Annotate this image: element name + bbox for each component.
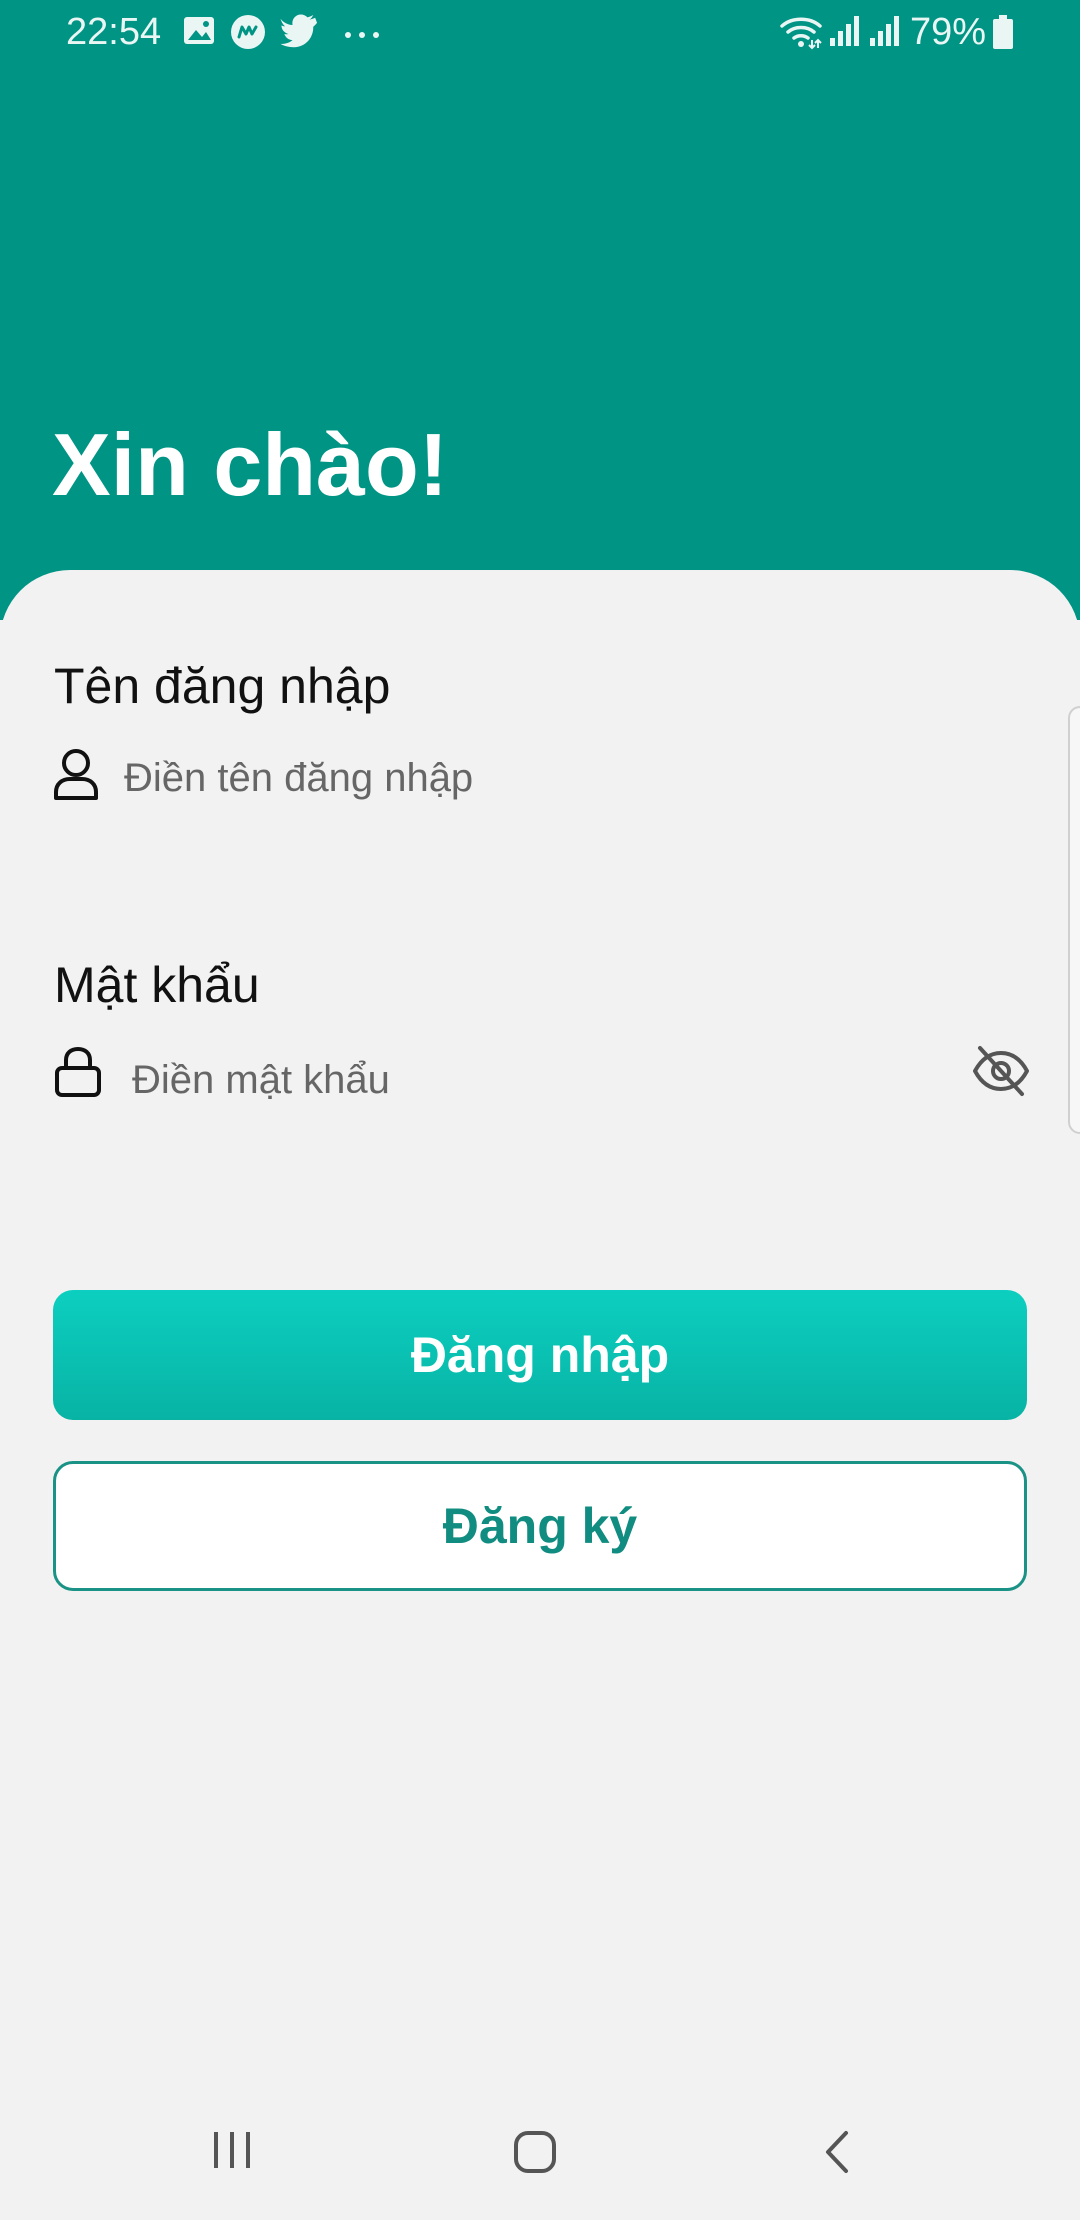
page-title: Xin chào!	[52, 415, 449, 514]
battery-percent: 79%	[910, 11, 987, 53]
signal-icon	[828, 14, 862, 53]
recents-icon[interactable]	[210, 2130, 254, 2175]
signal-icon-2	[868, 14, 902, 53]
back-icon[interactable]	[822, 2130, 852, 2179]
image-icon	[182, 14, 216, 53]
battery-icon	[992, 14, 1014, 55]
user-icon	[52, 746, 100, 807]
register-button[interactable]: Đăng ký	[53, 1461, 1027, 1591]
edge-panel-handle[interactable]	[1068, 706, 1080, 1134]
header: 22:54 79% Xin chào!	[0, 0, 1080, 620]
username-input[interactable]	[124, 748, 1004, 808]
lock-icon	[54, 1046, 102, 1103]
messenger-icon	[230, 14, 266, 55]
eye-off-icon[interactable]	[972, 1044, 1030, 1103]
username-label: Tên đăng nhập	[54, 658, 391, 714]
more-dots-icon	[344, 26, 380, 44]
login-button[interactable]: Đăng nhập	[53, 1290, 1027, 1420]
password-input[interactable]	[132, 1050, 932, 1110]
twitter-icon	[280, 14, 318, 53]
status-bar: 22:54 79%	[0, 0, 1080, 66]
wifi-icon	[780, 14, 822, 55]
home-icon[interactable]	[513, 2130, 557, 2179]
status-time: 22:54	[66, 11, 162, 53]
navigation-bar	[0, 2100, 1080, 2220]
password-label: Mật khẩu	[54, 957, 260, 1013]
